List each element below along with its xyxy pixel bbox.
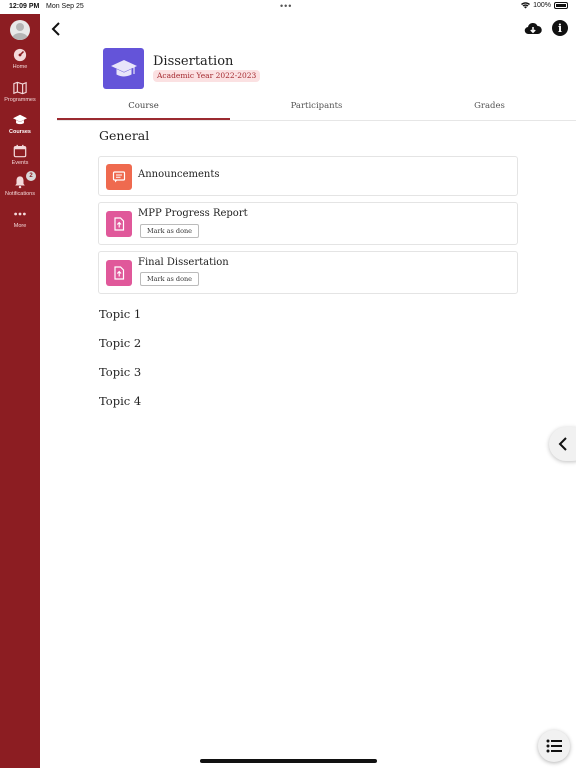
battery-icon [554,2,568,9]
sidebar-item-events[interactable]: Events [0,144,40,166]
tab-grades[interactable]: Grades [403,96,576,120]
course-tabs: Course Participants Grades [57,96,576,121]
tab-course[interactable]: Course [57,96,230,120]
status-date: Mon Sep 25 [46,3,84,10]
back-button[interactable] [48,20,64,38]
module-name: Final Dissertation [138,257,229,268]
section-title-topic-2[interactable]: Topic 2 [99,336,141,350]
more-dots-icon [14,212,26,216]
sidebar: Home Programmes Courses Events 2 Notific… [0,14,40,768]
chevron-left-icon [558,437,567,451]
module-name: Announcements [138,169,220,180]
sidebar-item-home[interactable]: Home [0,48,40,70]
sidebar-item-label: Courses [8,129,31,135]
cloud-download-icon [524,22,542,35]
assignment-upload-icon [106,211,132,237]
section-title-general: General [99,128,150,143]
tab-participants[interactable]: Participants [230,96,403,120]
sidebar-item-label: More [13,223,27,229]
sidebar-item-label: Events [11,160,29,166]
course-image [103,48,144,89]
info-icon: i [557,21,563,35]
info-button[interactable]: i [552,20,568,36]
module-mpp-progress-report[interactable]: MPP Progress Report Mark as done [98,202,518,245]
assignment-upload-icon [106,260,132,286]
academic-year-badge: Academic Year 2022-2023 [153,70,261,82]
status-right: 100% [521,2,568,9]
module-name: MPP Progress Report [138,208,248,219]
calendar-icon [13,144,27,158]
mark-as-done-button[interactable]: Mark as done [140,272,200,286]
section-title-topic-3[interactable]: Topic 3 [99,365,141,379]
avatar[interactable] [10,20,30,40]
page-title: Dissertation [153,54,234,69]
mark-as-done-button[interactable]: Mark as done [140,224,200,238]
sidebar-item-label: Home [12,64,28,70]
list-icon [546,739,562,753]
status-time: 12:09 PM [9,3,40,10]
bell-icon [15,176,25,189]
wifi-icon [521,2,531,9]
module-final-dissertation[interactable]: Final Dissertation Mark as done [98,251,518,294]
sidebar-item-label: Programmes [4,97,36,103]
course-index-toggle[interactable] [549,427,576,461]
home-indicator [200,759,377,763]
module-announcements[interactable]: Announcements [98,156,518,196]
sidebar-item-programmes[interactable]: Programmes [0,81,40,103]
section-title-topic-4[interactable]: Topic 4 [99,394,141,408]
course-index-button[interactable] [538,730,570,762]
dashboard-gauge-icon [13,48,27,62]
forum-icon [106,164,132,190]
graduation-cap-icon [110,59,137,76]
sidebar-item-label: Notifications [5,191,35,197]
sidebar-item-more[interactable]: More [0,207,40,229]
sidebar-item-notifications[interactable]: 2 Notifications [0,171,40,197]
section-title-topic-1[interactable]: Topic 1 [99,307,141,321]
multitasking-dots-icon[interactable]: ••• [280,1,292,11]
battery-percent: 100% [533,2,551,9]
map-icon [13,81,27,95]
chevron-left-icon [51,22,60,36]
status-bar: 12:09 PM Mon Sep 25 ••• 100% [0,0,576,14]
graduation-cap-icon [13,114,27,125]
sidebar-item-courses[interactable]: Courses [0,113,40,135]
download-button[interactable] [524,20,542,38]
notification-badge: 2 [26,171,36,181]
